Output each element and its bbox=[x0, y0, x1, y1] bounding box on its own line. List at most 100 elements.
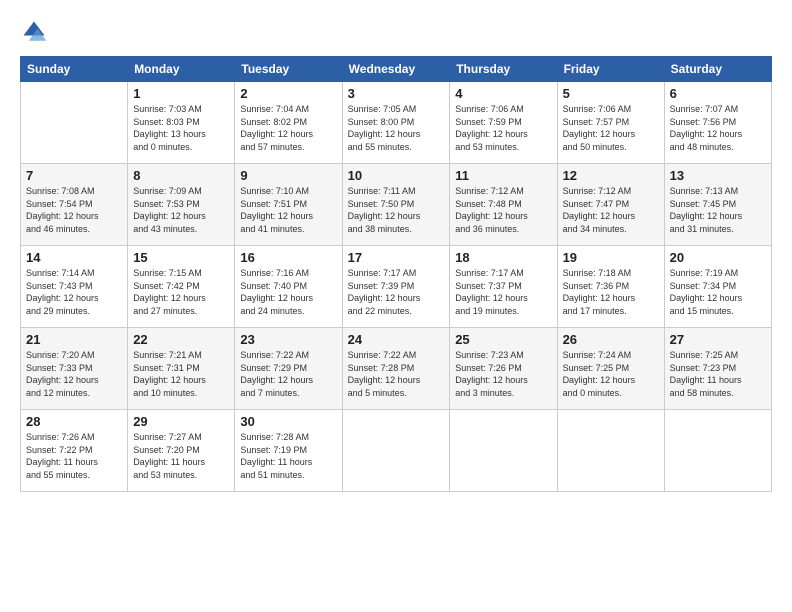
calendar-header-saturday: Saturday bbox=[664, 57, 771, 82]
day-number: 7 bbox=[26, 168, 122, 183]
calendar-cell: 20 Sunrise: 7:19 AM Sunset: 7:34 PM Dayli… bbox=[664, 246, 771, 328]
day-info: Sunrise: 7:22 AM Sunset: 7:29 PM Dayligh… bbox=[240, 349, 336, 399]
calendar-cell bbox=[21, 82, 128, 164]
day-info: Sunrise: 7:26 AM Sunset: 7:22 PM Dayligh… bbox=[26, 431, 122, 481]
day-number: 6 bbox=[670, 86, 766, 101]
calendar-cell: 6 Sunrise: 7:07 AM Sunset: 7:56 PM Daylig… bbox=[664, 82, 771, 164]
day-info: Sunrise: 7:12 AM Sunset: 7:48 PM Dayligh… bbox=[455, 185, 551, 235]
day-info: Sunrise: 7:28 AM Sunset: 7:19 PM Dayligh… bbox=[240, 431, 336, 481]
day-info: Sunrise: 7:05 AM Sunset: 8:00 PM Dayligh… bbox=[348, 103, 445, 153]
day-info: Sunrise: 7:16 AM Sunset: 7:40 PM Dayligh… bbox=[240, 267, 336, 317]
day-info: Sunrise: 7:04 AM Sunset: 8:02 PM Dayligh… bbox=[240, 103, 336, 153]
day-number: 25 bbox=[455, 332, 551, 347]
day-number: 16 bbox=[240, 250, 336, 265]
day-info: Sunrise: 7:12 AM Sunset: 7:47 PM Dayligh… bbox=[563, 185, 659, 235]
day-info: Sunrise: 7:08 AM Sunset: 7:54 PM Dayligh… bbox=[26, 185, 122, 235]
calendar-cell: 10 Sunrise: 7:11 AM Sunset: 7:50 PM Dayli… bbox=[342, 164, 450, 246]
calendar-cell: 13Sunrise: 7:13 AM Sunset: 7:45 PM Dayli… bbox=[664, 164, 771, 246]
day-number: 2 bbox=[240, 86, 336, 101]
calendar-header-tuesday: Tuesday bbox=[235, 57, 342, 82]
day-number: 29 bbox=[133, 414, 229, 429]
calendar-cell bbox=[664, 410, 771, 492]
day-info: Sunrise: 7:18 AM Sunset: 7:36 PM Dayligh… bbox=[563, 267, 659, 317]
calendar-header-monday: Monday bbox=[128, 57, 235, 82]
day-number: 24 bbox=[348, 332, 445, 347]
calendar-cell bbox=[557, 410, 664, 492]
day-info: Sunrise: 7:14 AM Sunset: 7:43 PM Dayligh… bbox=[26, 267, 122, 317]
day-number: 22 bbox=[133, 332, 229, 347]
calendar-cell: 22 Sunrise: 7:21 AM Sunset: 7:31 PM Dayli… bbox=[128, 328, 235, 410]
day-info: Sunrise: 7:06 AM Sunset: 7:57 PM Dayligh… bbox=[563, 103, 659, 153]
day-number: 8 bbox=[133, 168, 229, 183]
calendar-header-thursday: Thursday bbox=[450, 57, 557, 82]
calendar-cell: 1 Sunrise: 7:03 AM Sunset: 8:03 PM Daylig… bbox=[128, 82, 235, 164]
calendar-header-sunday: Sunday bbox=[21, 57, 128, 82]
day-number: 17 bbox=[348, 250, 445, 265]
day-number: 3 bbox=[348, 86, 445, 101]
day-number: 27 bbox=[670, 332, 766, 347]
day-number: 23 bbox=[240, 332, 336, 347]
day-info: Sunrise: 7:25 AM Sunset: 7:23 PM Dayligh… bbox=[670, 349, 766, 399]
calendar-cell bbox=[450, 410, 557, 492]
day-info: Sunrise: 7:06 AM Sunset: 7:59 PM Dayligh… bbox=[455, 103, 551, 153]
day-number: 10 bbox=[348, 168, 445, 183]
day-info: Sunrise: 7:15 AM Sunset: 7:42 PM Dayligh… bbox=[133, 267, 229, 317]
day-info: Sunrise: 7:24 AM Sunset: 7:25 PM Dayligh… bbox=[563, 349, 659, 399]
calendar-cell bbox=[342, 410, 450, 492]
calendar-cell: 21Sunrise: 7:20 AM Sunset: 7:33 PM Dayli… bbox=[21, 328, 128, 410]
calendar-cell: 12 Sunrise: 7:12 AM Sunset: 7:47 PM Dayli… bbox=[557, 164, 664, 246]
calendar-table: SundayMondayTuesdayWednesdayThursdayFrid… bbox=[20, 56, 772, 492]
day-number: 14 bbox=[26, 250, 122, 265]
calendar-cell: 28 Sunrise: 7:26 AM Sunset: 7:22 PM Dayli… bbox=[21, 410, 128, 492]
calendar-page: SundayMondayTuesdayWednesdayThursdayFrid… bbox=[0, 0, 792, 612]
calendar-cell: 19 Sunrise: 7:18 AM Sunset: 7:36 PM Dayli… bbox=[557, 246, 664, 328]
calendar-cell: 15 Sunrise: 7:15 AM Sunset: 7:42 PM Dayli… bbox=[128, 246, 235, 328]
calendar-cell: 18Sunrise: 7:17 AM Sunset: 7:37 PM Dayli… bbox=[450, 246, 557, 328]
calendar-week-row: 7 Sunrise: 7:08 AM Sunset: 7:54 PM Daylig… bbox=[21, 164, 772, 246]
calendar-cell: 4 Sunrise: 7:06 AM Sunset: 7:59 PM Daylig… bbox=[450, 82, 557, 164]
calendar-cell: 2 Sunrise: 7:04 AM Sunset: 8:02 PM Daylig… bbox=[235, 82, 342, 164]
day-info: Sunrise: 7:13 AM Sunset: 7:45 PM Dayligh… bbox=[670, 185, 766, 235]
day-info: Sunrise: 7:17 AM Sunset: 7:37 PM Dayligh… bbox=[455, 267, 551, 317]
calendar-header-friday: Friday bbox=[557, 57, 664, 82]
calendar-cell: 9 Sunrise: 7:10 AM Sunset: 7:51 PM Daylig… bbox=[235, 164, 342, 246]
calendar-header-wednesday: Wednesday bbox=[342, 57, 450, 82]
header bbox=[20, 18, 772, 46]
day-number: 19 bbox=[563, 250, 659, 265]
day-info: Sunrise: 7:20 AM Sunset: 7:33 PM Dayligh… bbox=[26, 349, 122, 399]
logo-icon bbox=[20, 18, 48, 46]
day-number: 12 bbox=[563, 168, 659, 183]
day-number: 15 bbox=[133, 250, 229, 265]
day-number: 9 bbox=[240, 168, 336, 183]
day-number: 4 bbox=[455, 86, 551, 101]
day-number: 26 bbox=[563, 332, 659, 347]
day-info: Sunrise: 7:22 AM Sunset: 7:28 PM Dayligh… bbox=[348, 349, 445, 399]
calendar-cell: 11 Sunrise: 7:12 AM Sunset: 7:48 PM Dayli… bbox=[450, 164, 557, 246]
day-number: 20 bbox=[670, 250, 766, 265]
calendar-cell: 23 Sunrise: 7:22 AM Sunset: 7:29 PM Dayli… bbox=[235, 328, 342, 410]
calendar-cell: 14 Sunrise: 7:14 AM Sunset: 7:43 PM Dayli… bbox=[21, 246, 128, 328]
day-number: 30 bbox=[240, 414, 336, 429]
calendar-cell: 24 Sunrise: 7:22 AM Sunset: 7:28 PM Dayli… bbox=[342, 328, 450, 410]
day-info: Sunrise: 7:03 AM Sunset: 8:03 PM Dayligh… bbox=[133, 103, 229, 153]
day-info: Sunrise: 7:19 AM Sunset: 7:34 PM Dayligh… bbox=[670, 267, 766, 317]
day-number: 11 bbox=[455, 168, 551, 183]
day-info: Sunrise: 7:09 AM Sunset: 7:53 PM Dayligh… bbox=[133, 185, 229, 235]
day-info: Sunrise: 7:11 AM Sunset: 7:50 PM Dayligh… bbox=[348, 185, 445, 235]
day-info: Sunrise: 7:10 AM Sunset: 7:51 PM Dayligh… bbox=[240, 185, 336, 235]
calendar-cell: 29 Sunrise: 7:27 AM Sunset: 7:20 PM Dayli… bbox=[128, 410, 235, 492]
calendar-cell: 5Sunrise: 7:06 AM Sunset: 7:57 PM Daylig… bbox=[557, 82, 664, 164]
calendar-header-row: SundayMondayTuesdayWednesdayThursdayFrid… bbox=[21, 57, 772, 82]
day-info: Sunrise: 7:21 AM Sunset: 7:31 PM Dayligh… bbox=[133, 349, 229, 399]
day-number: 1 bbox=[133, 86, 229, 101]
calendar-week-row: 28 Sunrise: 7:26 AM Sunset: 7:22 PM Dayli… bbox=[21, 410, 772, 492]
day-info: Sunrise: 7:17 AM Sunset: 7:39 PM Dayligh… bbox=[348, 267, 445, 317]
day-number: 28 bbox=[26, 414, 122, 429]
calendar-cell: 8 Sunrise: 7:09 AM Sunset: 7:53 PM Daylig… bbox=[128, 164, 235, 246]
calendar-cell: 25Sunrise: 7:23 AM Sunset: 7:26 PM Dayli… bbox=[450, 328, 557, 410]
day-info: Sunrise: 7:27 AM Sunset: 7:20 PM Dayligh… bbox=[133, 431, 229, 481]
calendar-cell: 16 Sunrise: 7:16 AM Sunset: 7:40 PM Dayli… bbox=[235, 246, 342, 328]
day-info: Sunrise: 7:07 AM Sunset: 7:56 PM Dayligh… bbox=[670, 103, 766, 153]
calendar-cell: 27 Sunrise: 7:25 AM Sunset: 7:23 PM Dayli… bbox=[664, 328, 771, 410]
logo bbox=[20, 18, 52, 46]
